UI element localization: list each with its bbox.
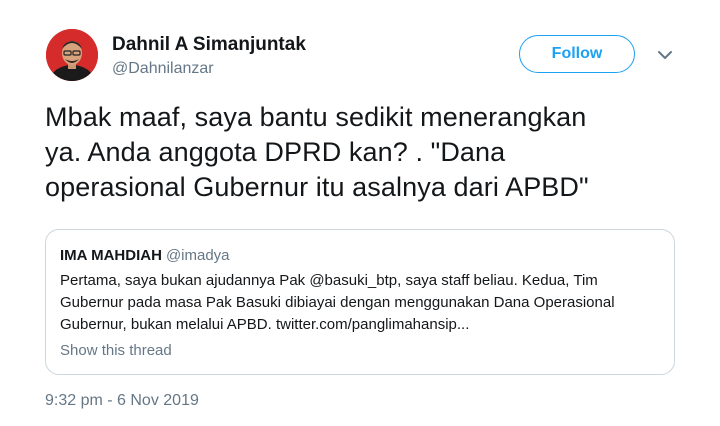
- quoted-tweet-line: Gubernur, bukan melalui APBD. twitter.co…: [60, 316, 470, 333]
- profile-photo: [46, 29, 98, 81]
- quoted-tweet-card[interactable]: IMA MAHDIAH @imadya Pertama, saya bukan a…: [45, 229, 675, 375]
- tweet-timestamp[interactable]: 9:32 pm - 6 Nov 2019: [45, 392, 199, 410]
- follow-button[interactable]: Follow: [519, 35, 635, 73]
- quoted-tweet-line: Gubernur pada masa Pak Basuki dibiayai d…: [60, 294, 615, 311]
- quoted-author-handle: @imadya: [165, 247, 230, 264]
- tweet-text-line: ya. Anda anggota DPRD kan? . "Dana: [45, 137, 506, 167]
- show-thread-link[interactable]: Show this thread: [60, 342, 172, 359]
- author-display-name[interactable]: Dahnil A Simanjuntak: [112, 34, 306, 56]
- tweet-text: Mbak maaf, saya bantu sedikit menerangka…: [45, 100, 695, 205]
- quoted-tweet-body: Pertama, saya bukan ajudannya Pak @basuk…: [60, 270, 660, 336]
- tweet-text-line: operasional Gubernur itu asalnya dari AP…: [45, 172, 589, 202]
- divider: [45, 385, 675, 386]
- quoted-tweet-header: IMA MAHDIAH @imadya: [60, 247, 230, 264]
- quoted-tweet-line: Pertama, saya bukan ajudannya Pak @basuk…: [60, 272, 598, 289]
- chevron-down-icon[interactable]: [655, 45, 675, 65]
- avatar[interactable]: [46, 29, 98, 81]
- tweet-text-line: Mbak maaf, saya bantu sedikit menerangka…: [45, 102, 587, 132]
- quoted-author-name: IMA MAHDIAH: [60, 247, 162, 264]
- author-handle[interactable]: @Dahnilanzar: [112, 60, 214, 78]
